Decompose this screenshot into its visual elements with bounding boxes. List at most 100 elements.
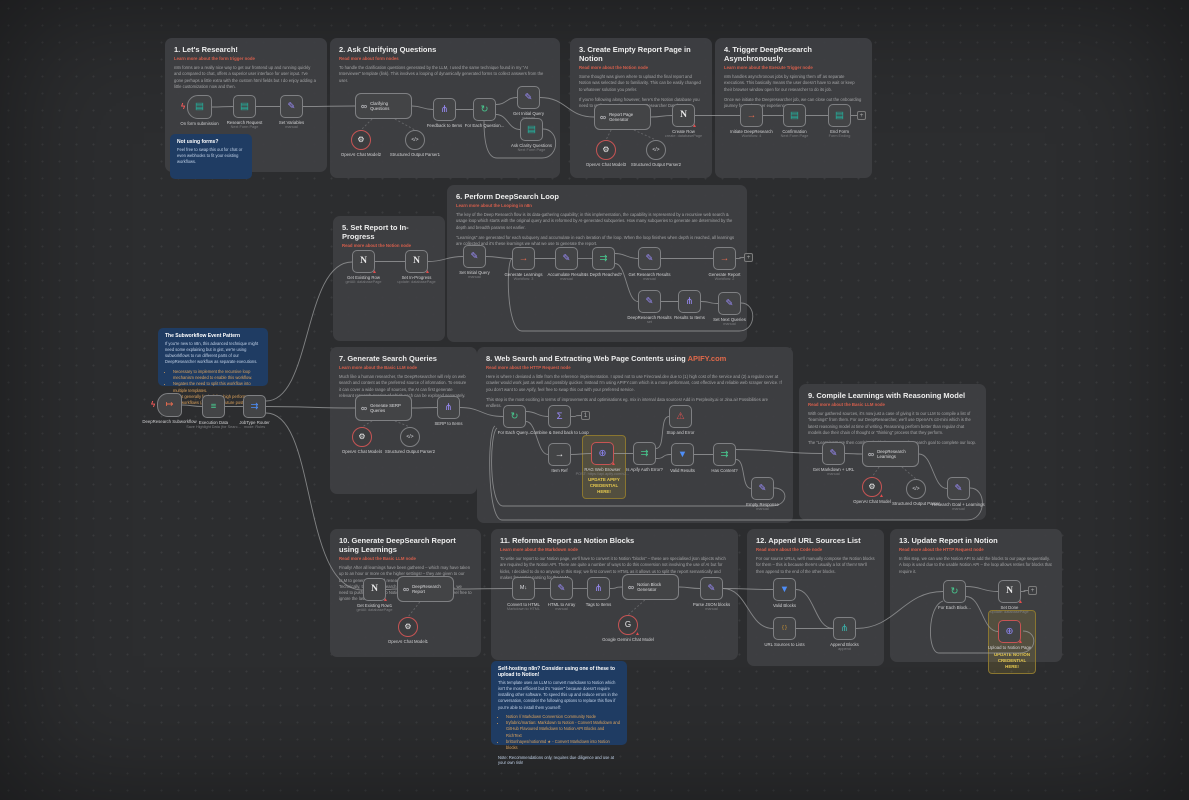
valid-blocks-node[interactable]: ▼ bbox=[773, 578, 796, 601]
tags-to-items-node[interactable]: ⋔ bbox=[587, 577, 610, 600]
structured-output-parser2a-node[interactable]: </> bbox=[646, 140, 666, 160]
deepresearch-subworkflow-node[interactable]: ϟ↦ bbox=[157, 393, 182, 417]
generate-serp-queries-node[interactable]: ∞Generate SERP Queries bbox=[355, 395, 412, 421]
endpoint-1-node[interactable]: + bbox=[857, 111, 866, 120]
set-variables-node[interactable]: ✎ bbox=[280, 95, 303, 118]
sticky-doc-link[interactable]: Read more about the Code node bbox=[756, 547, 875, 552]
results-to-items-node[interactable]: ⋔ bbox=[678, 290, 701, 313]
sticky-doc-link[interactable]: Learn more about the Execute Trigger nod… bbox=[724, 65, 863, 70]
sticky-doc-link[interactable]: Read more about the HTTP Request node bbox=[486, 365, 784, 370]
report-page-generator-node[interactable]: ∞Report Page Generator bbox=[594, 104, 651, 130]
empty-response-node[interactable]: ✎ bbox=[751, 477, 774, 500]
feedback-to-items-node[interactable]: ⋔ bbox=[433, 98, 456, 121]
end-form-node[interactable]: ▤ bbox=[828, 104, 851, 127]
node-sublabel: mode: Rules bbox=[220, 425, 290, 430]
notion-block-generator-node[interactable]: ∞Notion Block Generator bbox=[622, 574, 679, 600]
structured-output-parser2-node[interactable]: </> bbox=[400, 427, 420, 447]
google-gemini-chat-model-node[interactable]: G▲ bbox=[618, 615, 638, 635]
get-initial-query-node[interactable]: ✎ bbox=[517, 86, 540, 109]
sticky-note-s13[interactable]: 13. Update Report in NotionRead more abo… bbox=[890, 529, 1062, 662]
set-initial-query-node[interactable]: ✎ bbox=[463, 245, 486, 268]
structured-output-parser-node[interactable]: </> bbox=[906, 479, 926, 499]
node-title: Notion Block Generator bbox=[637, 582, 661, 593]
sticky-note-note-forms[interactable]: Not using forms?Feel free to swap this o… bbox=[170, 134, 252, 179]
sticky-bullet-link[interactable]: tryfabric/martian: Markdown to Notion - … bbox=[506, 720, 620, 739]
node-sublabel: manual bbox=[728, 507, 798, 512]
structured-output-parser1-node[interactable]: </> bbox=[405, 130, 425, 150]
on-form-submission-node[interactable]: ϟ▤ bbox=[187, 95, 212, 119]
research-request-node[interactable]: ▤ bbox=[233, 95, 256, 118]
confirmation-node[interactable]: ▤ bbox=[783, 104, 806, 127]
upload-to-notion-page-node[interactable]: ⊕▲ bbox=[998, 620, 1021, 643]
parse-json-blocks-node[interactable]: ✎ bbox=[700, 577, 723, 600]
sticky-bullet-link[interactable]: Necessary to implement the recursive loo… bbox=[173, 369, 261, 382]
deepresearch-results-node[interactable]: ✎ bbox=[638, 290, 661, 313]
execution-data-node[interactable]: ≡ bbox=[202, 395, 225, 418]
sticky-doc-link[interactable]: Learn more about the Looping in n8n bbox=[456, 203, 738, 208]
notion-icon: N bbox=[413, 257, 420, 267]
generate-report-node[interactable]: → bbox=[713, 247, 736, 270]
sticky-doc-link[interactable]: Learn more about the Basic LLM node bbox=[339, 365, 468, 370]
sticky-doc-link[interactable]: Read more about the Notion node bbox=[342, 243, 436, 248]
url-sources-to-lists-node[interactable]: { } bbox=[773, 617, 796, 640]
badge-1-node[interactable]: 1 bbox=[581, 411, 590, 420]
openai-chat-model4-node[interactable]: ⚙ bbox=[352, 427, 372, 447]
clarifying-questions-node[interactable]: ∞Clarifying Questions bbox=[355, 93, 412, 119]
n8n-workflow-canvas[interactable]: 1. Let's Research!Learn more about the f… bbox=[0, 0, 1189, 800]
openai-chat-model-node[interactable]: ⚙▲ bbox=[862, 477, 882, 497]
research-goal-learnings-node[interactable]: ✎ bbox=[947, 477, 970, 500]
is-apify-auth-error-node[interactable]: ⇉ bbox=[633, 442, 656, 465]
sticky-bullet-link[interactable]: brittonhayes/notionmd ★ - Convert Markdo… bbox=[506, 739, 620, 752]
serp-to-items-node[interactable]: ⋔ bbox=[437, 396, 460, 419]
listdata-icon: ≡ bbox=[211, 402, 217, 412]
openai-chat-model3-node[interactable]: ⚙ bbox=[596, 140, 616, 160]
html-to-array-node[interactable]: ✎ bbox=[550, 577, 573, 600]
jobtype-router-node[interactable]: ⇉ bbox=[243, 395, 266, 418]
set-done-node[interactable]: N▲ bbox=[998, 580, 1021, 603]
rag-web-browser-node[interactable]: ⊕▲ bbox=[591, 442, 614, 465]
sticky-doc-link[interactable]: Read more about the Notion node bbox=[579, 65, 703, 70]
get-existing-row1-node[interactable]: N▲ bbox=[363, 578, 386, 601]
sticky-doc-link[interactable]: Learn more about the form trigger node bbox=[174, 56, 318, 61]
sticky-doc-link[interactable]: Read more about the HTTP Request node bbox=[899, 547, 1053, 552]
is-depth-reached-node[interactable]: ⇉ bbox=[592, 247, 615, 270]
sticky-doc-link[interactable]: Read more about the Basic LLM node bbox=[808, 402, 977, 407]
sticky-doc-link[interactable]: Read more about form nodes bbox=[339, 56, 551, 61]
deepresearch-learnings-node[interactable]: ∞DeepResearch Learnings bbox=[862, 441, 919, 467]
generate-learnings-node[interactable]: → bbox=[512, 247, 535, 270]
valid-results-node[interactable]: ▼ bbox=[671, 443, 694, 466]
sticky-note-note-subworkflow[interactable]: The Subworkflow Event PatternIf you're n… bbox=[158, 328, 268, 386]
sticky-note-note-selfhost[interactable]: Self-hosting n8n? Consider using one of … bbox=[491, 661, 627, 745]
for-each-query-node[interactable]: ↻ bbox=[503, 405, 526, 428]
set-in-progress-node[interactable]: N▲ bbox=[405, 250, 428, 273]
item-ref-node[interactable]: → bbox=[548, 443, 571, 466]
chain-icon: ∞ bbox=[403, 585, 409, 594]
convert-to-html-node[interactable]: M↓ bbox=[512, 577, 535, 600]
sticky-body-text: "Learnings" are generated for each subqu… bbox=[456, 235, 738, 248]
initiate-deepresearch-node[interactable]: → bbox=[740, 104, 763, 127]
get-markdown-url-node[interactable]: ✎ bbox=[822, 442, 845, 465]
parser-icon: </> bbox=[406, 435, 413, 440]
endpoint-2-node[interactable]: + bbox=[744, 253, 753, 262]
create-row-node[interactable]: N▲ bbox=[672, 104, 695, 127]
endpoint-3-node[interactable]: + bbox=[1028, 586, 1037, 595]
append-blocks-node[interactable]: ⋔ bbox=[833, 617, 856, 640]
set-next-queries-node[interactable]: ✎ bbox=[718, 292, 741, 315]
get-research-results-node[interactable]: ✎ bbox=[638, 247, 661, 270]
chain-icon: ∞ bbox=[628, 583, 634, 592]
accumulate-results-node[interactable]: ✎ bbox=[555, 247, 578, 270]
node-label: Empty Responsemanual bbox=[728, 502, 798, 512]
combine-send-back-node[interactable]: Σ bbox=[548, 405, 571, 428]
sticky-doc-link[interactable]: Read more about the Basic LLM node bbox=[339, 556, 472, 561]
sticky-bullet-link[interactable]: Negates the need to split this workflow … bbox=[173, 381, 261, 394]
stop-and-error-node[interactable]: ⚠ bbox=[669, 405, 692, 428]
openai-chat-model2-node[interactable]: ⚙ bbox=[351, 130, 371, 150]
deepresearch-report-node[interactable]: ∞DeepResearch Report bbox=[397, 576, 454, 602]
sticky-doc-link[interactable]: Learn more about the Markdown node bbox=[500, 547, 729, 552]
ask-clarity-questions-node[interactable]: ▤ bbox=[520, 118, 543, 141]
has-content-node[interactable]: ⇉ bbox=[713, 443, 736, 466]
for-each-block-node[interactable]: ↻ bbox=[943, 580, 966, 603]
sticky-body-text: Here is where I deviated a little from t… bbox=[486, 374, 784, 393]
get-existing-row-node[interactable]: N▲ bbox=[352, 250, 375, 273]
openai-chat-model1-node[interactable]: ⚙ bbox=[398, 617, 418, 637]
